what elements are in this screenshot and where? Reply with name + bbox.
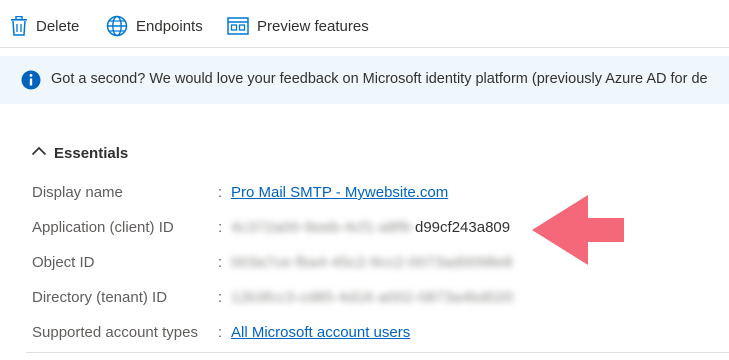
arrow-annotation (530, 194, 626, 271)
colon: : (218, 324, 223, 341)
endpoints-label: Endpoints (136, 17, 203, 35)
colon: : (218, 219, 223, 236)
chevron-up-icon (31, 144, 47, 162)
colon: : (218, 184, 223, 201)
delete-button[interactable]: Delete (10, 12, 79, 40)
info-icon (21, 70, 41, 95)
display-name-link[interactable]: Pro Mail SMTP - Mywebsite.com (231, 184, 448, 201)
trash-icon (10, 16, 28, 36)
banner-message: Got a second? We would love your feedbac… (51, 71, 708, 87)
tenant-id-row: Directory (tenant) ID : 12b3fcc3-cd85-4d… (0, 286, 729, 312)
essentials-title: Essentials (54, 144, 129, 162)
colon: : (218, 254, 223, 271)
tenant-id-label: Directory (tenant) ID (32, 289, 168, 306)
command-bar: Delete Endpoints Preview features (0, 0, 729, 48)
preview-features-icon (227, 17, 249, 35)
account-types-label: Supported account types (32, 324, 198, 341)
delete-label: Delete (36, 17, 80, 35)
essentials-toggle[interactable]: Essentials (31, 144, 128, 162)
object-id-label: Object ID (32, 254, 95, 271)
account-types-link[interactable]: All Microsoft account users (231, 324, 410, 341)
display-name-label: Display name (32, 184, 123, 201)
feedback-banner[interactable]: Got a second? We would love your feedbac… (0, 56, 729, 104)
tenant-id-value[interactable]: 12b3fcc3-cd85-4d16-a002-0873a4bd020 (231, 289, 513, 306)
preview-features-label: Preview features (257, 17, 369, 35)
colon: : (218, 289, 223, 306)
client-id-visible: d99cf243a809 (415, 219, 511, 236)
globe-icon (106, 15, 128, 37)
endpoints-button[interactable]: Endpoints (106, 12, 203, 40)
client-id-obscured: 4c372a00-9eeb-4cf1-a8f9- (231, 219, 415, 236)
preview-features-button[interactable]: Preview features (227, 12, 369, 40)
divider (26, 352, 729, 353)
account-types-row: Supported account types : All Microsoft … (0, 321, 729, 347)
object-id-value[interactable]: 003a7ce-fba4-45c2-9cc2-0073ad0098e8 (231, 254, 513, 271)
client-id-label: Application (client) ID (32, 219, 174, 236)
client-id-value[interactable]: 4c372a00-9eeb-4cf1-a8f9-d99cf243a809 (231, 219, 510, 236)
